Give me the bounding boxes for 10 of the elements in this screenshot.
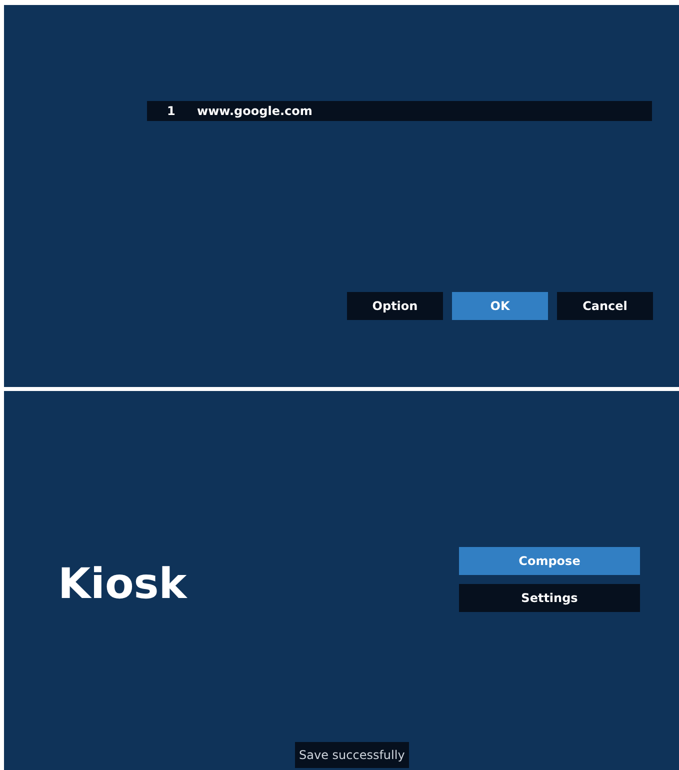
menu-button[interactable]: Settings bbox=[459, 584, 640, 612]
row-url: www.google.com bbox=[197, 104, 312, 118]
url-list-row[interactable]: 1 www.google.com bbox=[147, 101, 652, 121]
row-index: 1 bbox=[167, 104, 176, 118]
kiosk-title: Kiosk bbox=[58, 559, 188, 608]
toast-message: Save successfully bbox=[295, 742, 409, 768]
dialog-button[interactable]: Cancel bbox=[557, 292, 653, 320]
dialog-button[interactable]: OK bbox=[452, 292, 548, 320]
menu-button[interactable]: Compose bbox=[459, 547, 640, 575]
dialog-button[interactable]: Option bbox=[347, 292, 443, 320]
